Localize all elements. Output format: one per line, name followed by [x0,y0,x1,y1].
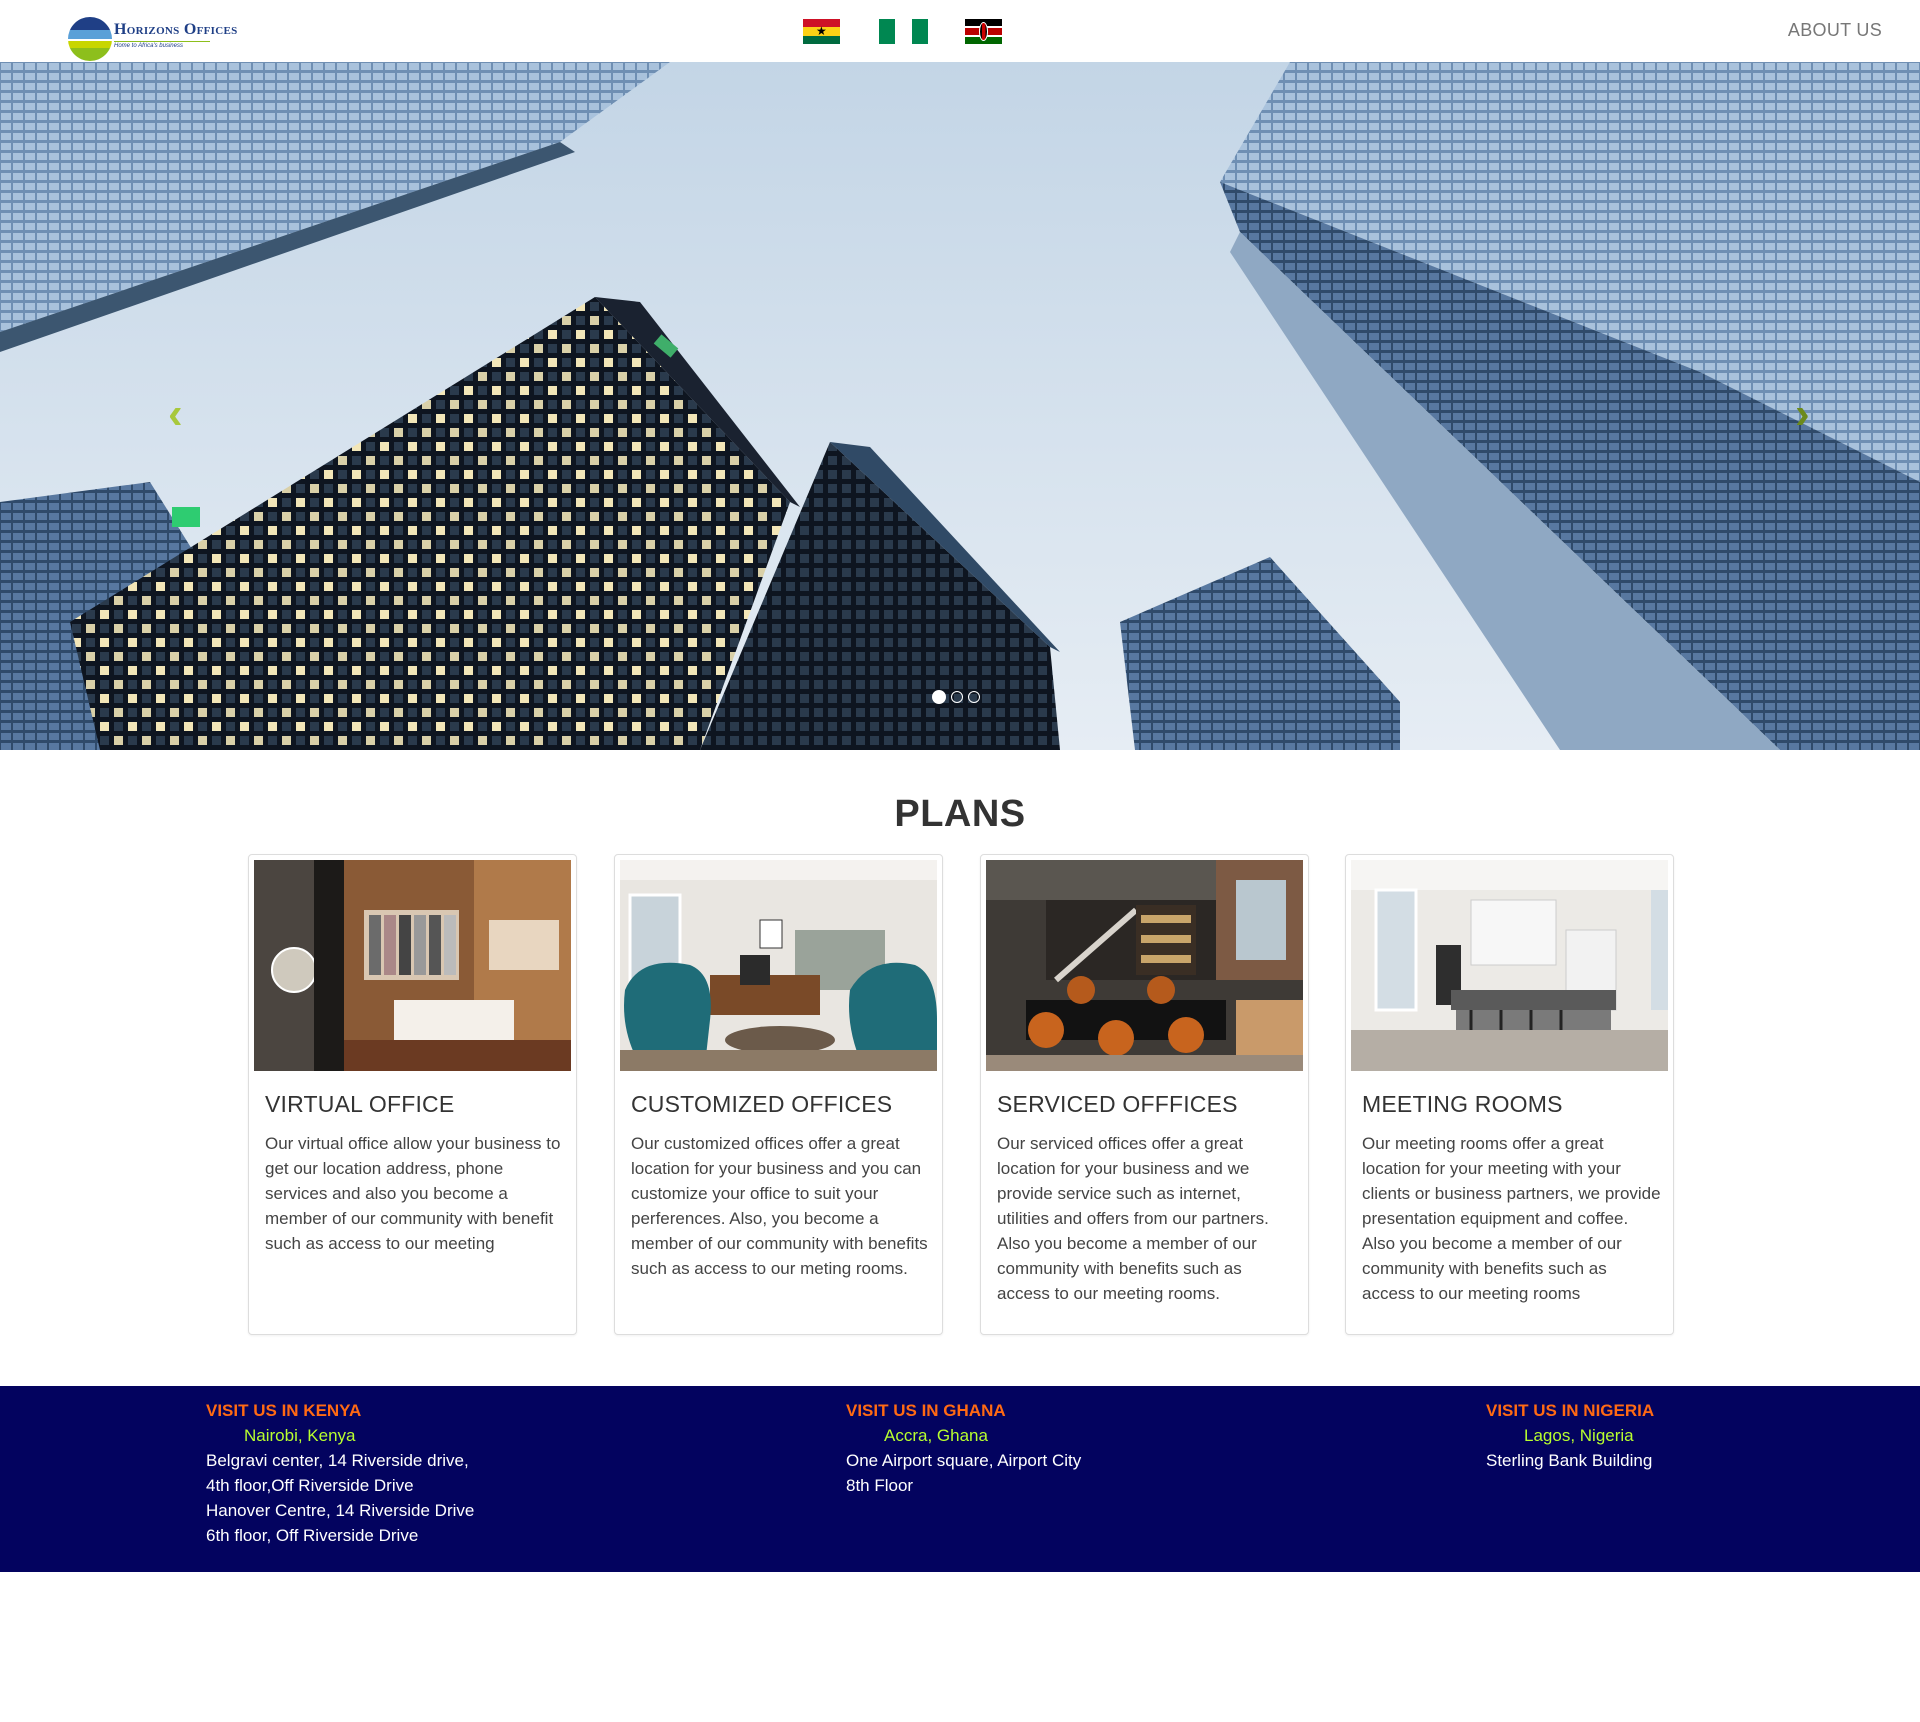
footer-address-line: 8th Floor [846,1476,914,1495]
plan-description: Our customized offices offer a great loc… [631,1134,928,1278]
kenya-flag-icon[interactable] [965,19,1002,44]
plan-title: CUSTOMIZED OFFICES [631,1091,893,1117]
carousel-prev-icon[interactable]: ‹ [168,392,183,436]
footer: VISIT US IN KENYA Nairobi, Kenya Belgrav… [0,1386,1920,1572]
footer-address-line: Hanover Centre, 14 Riverside Drive [206,1501,475,1520]
footer-heading: VISIT US IN NIGERIA [1486,1401,1655,1420]
horizon-logo-icon [68,17,112,61]
footer-heading: VISIT US IN GHANA [846,1401,1006,1420]
plan-title: SERVICED OFFFICES [997,1091,1238,1117]
loft-dining-photo [986,860,1303,1071]
skyscrapers-image [0,62,1920,750]
footer-nigeria: VISIT US IN NIGERIA Lagos, Nigeria Sterl… [1486,1398,1654,1473]
plan-description: Our serviced offices offer a great locat… [997,1134,1269,1303]
footer-city: Nairobi, Kenya [244,1426,356,1445]
footer-address-line: Sterling Bank Building [1486,1451,1653,1470]
footer-ghana: VISIT US IN GHANA Accra, Ghana One Airpo… [846,1398,1081,1498]
plan-title: MEETING ROOMS [1362,1091,1563,1117]
office-lounge-photo [620,860,937,1071]
plan-description: Our meeting rooms offer a great location… [1362,1134,1661,1303]
carousel-dot-3[interactable] [968,691,980,703]
carousel-dot-1[interactable] [932,690,946,704]
carousel-dot-2[interactable] [951,691,963,703]
footer-kenya: VISIT US IN KENYA Nairobi, Kenya Belgrav… [206,1398,474,1548]
brand-logo[interactable]: Horizons Offices Home to Africa's busine… [68,17,237,63]
hero-carousel: ‹ › [0,62,1920,750]
logo-tagline: Home to Africa's business [114,41,210,49]
carousel-next-icon[interactable]: › [1795,392,1810,436]
navbar: Horizons Offices Home to Africa's busine… [0,0,1920,62]
nigeria-flag-icon[interactable] [879,19,928,44]
footer-address-line: 4th floor,Off Riverside Drive [206,1476,414,1495]
footer-heading: VISIT US IN KENYA [206,1401,362,1420]
about-us-link[interactable]: ABOUT US [1788,20,1882,41]
plan-card-customized-offices[interactable]: CUSTOMIZED OFFICES Our customized office… [614,854,943,1335]
plan-description: Our virtual office allow your business t… [265,1134,561,1253]
footer-city: Lagos, Nigeria [1524,1426,1634,1445]
carousel-indicators [932,690,980,704]
plan-title: VIRTUAL OFFICE [265,1091,455,1117]
footer-address-line: 6th floor, Off Riverside Drive [206,1526,419,1545]
plan-card-serviced-offices[interactable]: SERVICED OFFFICES Our serviced offices o… [980,854,1309,1335]
plan-card-virtual-office[interactable]: VIRTUAL OFFICE Our virtual office allow … [248,854,577,1335]
footer-city: Accra, Ghana [884,1426,988,1445]
logo-title: Horizons Offices [114,21,238,38]
walk-in-closet-photo [254,860,571,1071]
ghana-flag-icon[interactable]: ★ [803,19,840,44]
kitchen-meeting-photo [1351,860,1668,1071]
footer-address-line: Belgravi center, 14 Riverside drive, [206,1451,469,1470]
footer-address-line: One Airport square, Airport City [846,1451,1082,1470]
plan-card-meeting-rooms[interactable]: MEETING ROOMS Our meeting rooms offer a … [1345,854,1674,1335]
plans-heading: PLANS [894,793,1026,835]
